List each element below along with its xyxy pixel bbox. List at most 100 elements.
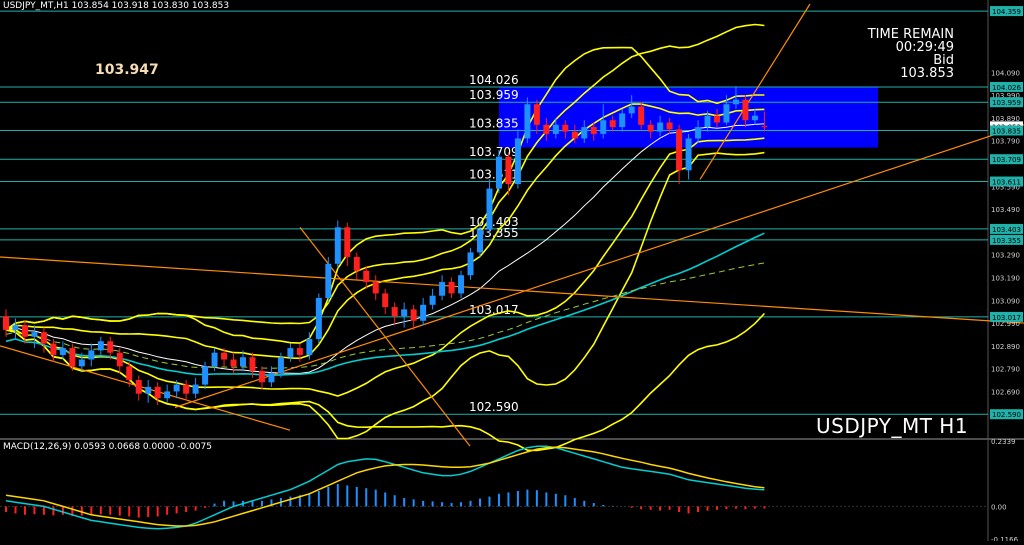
candle-body xyxy=(543,124,550,134)
candle-body xyxy=(562,124,569,132)
symbol-timeframe-label: USDJPY_MT H1 xyxy=(816,414,969,438)
candle-body xyxy=(211,352,218,367)
candle-body xyxy=(676,129,683,171)
candle-body xyxy=(647,124,654,132)
candle-body xyxy=(391,307,398,317)
candle-body xyxy=(695,127,702,139)
candle-body xyxy=(751,115,758,121)
candle-body xyxy=(173,384,180,392)
candle-body xyxy=(704,115,711,128)
candle-body xyxy=(192,384,199,394)
candle-body xyxy=(126,366,133,381)
candle-body xyxy=(495,156,502,189)
candle-body xyxy=(581,127,588,139)
candle-body xyxy=(448,282,455,294)
price-axis-box-label: 104.026 xyxy=(992,84,1021,92)
candle-body xyxy=(296,348,303,355)
price-axis-box-label: 102.590 xyxy=(992,411,1021,419)
candle-body xyxy=(107,341,114,353)
price-axis-tick: 102.690 xyxy=(991,388,1020,396)
candle-body xyxy=(732,99,739,105)
price-axis-box-label: 103.611 xyxy=(992,179,1021,187)
macd-axis-tick: 0.00 xyxy=(991,503,1007,511)
candle-body xyxy=(533,104,540,125)
candle-body xyxy=(609,120,616,128)
candle-body xyxy=(135,380,142,394)
candle-body xyxy=(524,104,531,139)
highlighted-price: 103.947 xyxy=(95,62,159,78)
candle-body xyxy=(287,348,294,358)
price-axis-tick: 103.290 xyxy=(991,252,1020,260)
candle-body xyxy=(439,282,446,296)
candle-body xyxy=(40,332,47,344)
candle-body xyxy=(372,282,379,294)
candle-body xyxy=(88,350,95,360)
candle-body xyxy=(31,332,38,337)
candle-body xyxy=(458,275,465,294)
price-axis-box-label: 103.403 xyxy=(992,226,1021,234)
candle-body xyxy=(600,120,607,134)
candle-body xyxy=(619,113,626,128)
price-axis-box-label: 104.359 xyxy=(992,8,1021,16)
price-axis-box-label: 103.835 xyxy=(992,127,1021,135)
chart-area[interactable]: 104.026 103.959 103.835 103.709 103.611 103.4… xyxy=(0,0,1024,544)
candle-body xyxy=(742,99,749,121)
candle-body xyxy=(240,357,246,367)
price-axis-tick: 103.190 xyxy=(991,274,1020,282)
candle-body xyxy=(221,352,228,360)
candle-body xyxy=(363,270,370,283)
price-axis-box-label: 103.017 xyxy=(992,314,1021,322)
candle-body xyxy=(638,106,645,125)
candle-body xyxy=(552,124,559,134)
candle-body xyxy=(3,316,9,330)
price-axis-tick: 104.090 xyxy=(991,69,1020,77)
candle-body xyxy=(514,138,521,185)
candle-body xyxy=(315,297,322,340)
candle-body xyxy=(714,115,720,123)
chart-svg[interactable]: 104.026103.959103.835103.709103.611103.4… xyxy=(0,0,1024,544)
candle-body xyxy=(590,127,597,134)
candle-body xyxy=(249,357,256,371)
macd-axis-tick: 0.2339 xyxy=(991,438,1016,446)
candle-body xyxy=(12,325,19,330)
candle-body xyxy=(666,122,673,130)
candle-body xyxy=(268,373,275,383)
price-axis-tick: 102.790 xyxy=(991,366,1020,374)
macd-info: MACD(12,26,9) 0.0593 0.0668 0.0000 -0.00… xyxy=(3,442,213,452)
candle-body xyxy=(628,106,635,114)
symbol-info: USDJPY_MT,H1 103.854 103.918 103.830 103… xyxy=(3,1,230,11)
price-axis-tick: 102.890 xyxy=(991,343,1020,351)
candle-body xyxy=(97,341,104,351)
price-axis-tick: 103.090 xyxy=(991,297,1020,305)
candle-body xyxy=(344,227,351,257)
candle-body xyxy=(50,343,57,355)
candle-body xyxy=(420,304,427,321)
candle-body xyxy=(761,126,768,128)
candle-body xyxy=(429,295,436,305)
candle-body xyxy=(325,263,332,298)
price-axis-tick: 103.790 xyxy=(991,138,1020,146)
candle-body xyxy=(477,229,483,253)
candle-body xyxy=(145,386,152,394)
price-axis-box-label: 103.959 xyxy=(992,99,1021,107)
candle-body xyxy=(258,370,265,383)
candle-body xyxy=(230,359,237,367)
candle-body xyxy=(183,384,190,394)
candle-body xyxy=(657,122,664,132)
price-axis-tick: 103.490 xyxy=(991,206,1020,214)
candle-body xyxy=(486,188,493,230)
candle-body xyxy=(685,138,692,171)
candle-body xyxy=(571,131,578,139)
candle-body xyxy=(306,339,313,355)
candle-body xyxy=(116,352,123,367)
candle-body xyxy=(154,386,161,399)
candle-body xyxy=(334,227,341,264)
candle-body xyxy=(78,359,85,367)
bid-value: 103.853 xyxy=(900,66,954,81)
candle-body xyxy=(21,325,28,337)
level-line-label: 102.590 xyxy=(469,400,519,414)
level-line-label: 103.835 xyxy=(469,116,519,130)
candle-body xyxy=(467,252,474,276)
candle-body xyxy=(382,293,389,308)
level-line-label: 103.959 xyxy=(469,88,519,102)
